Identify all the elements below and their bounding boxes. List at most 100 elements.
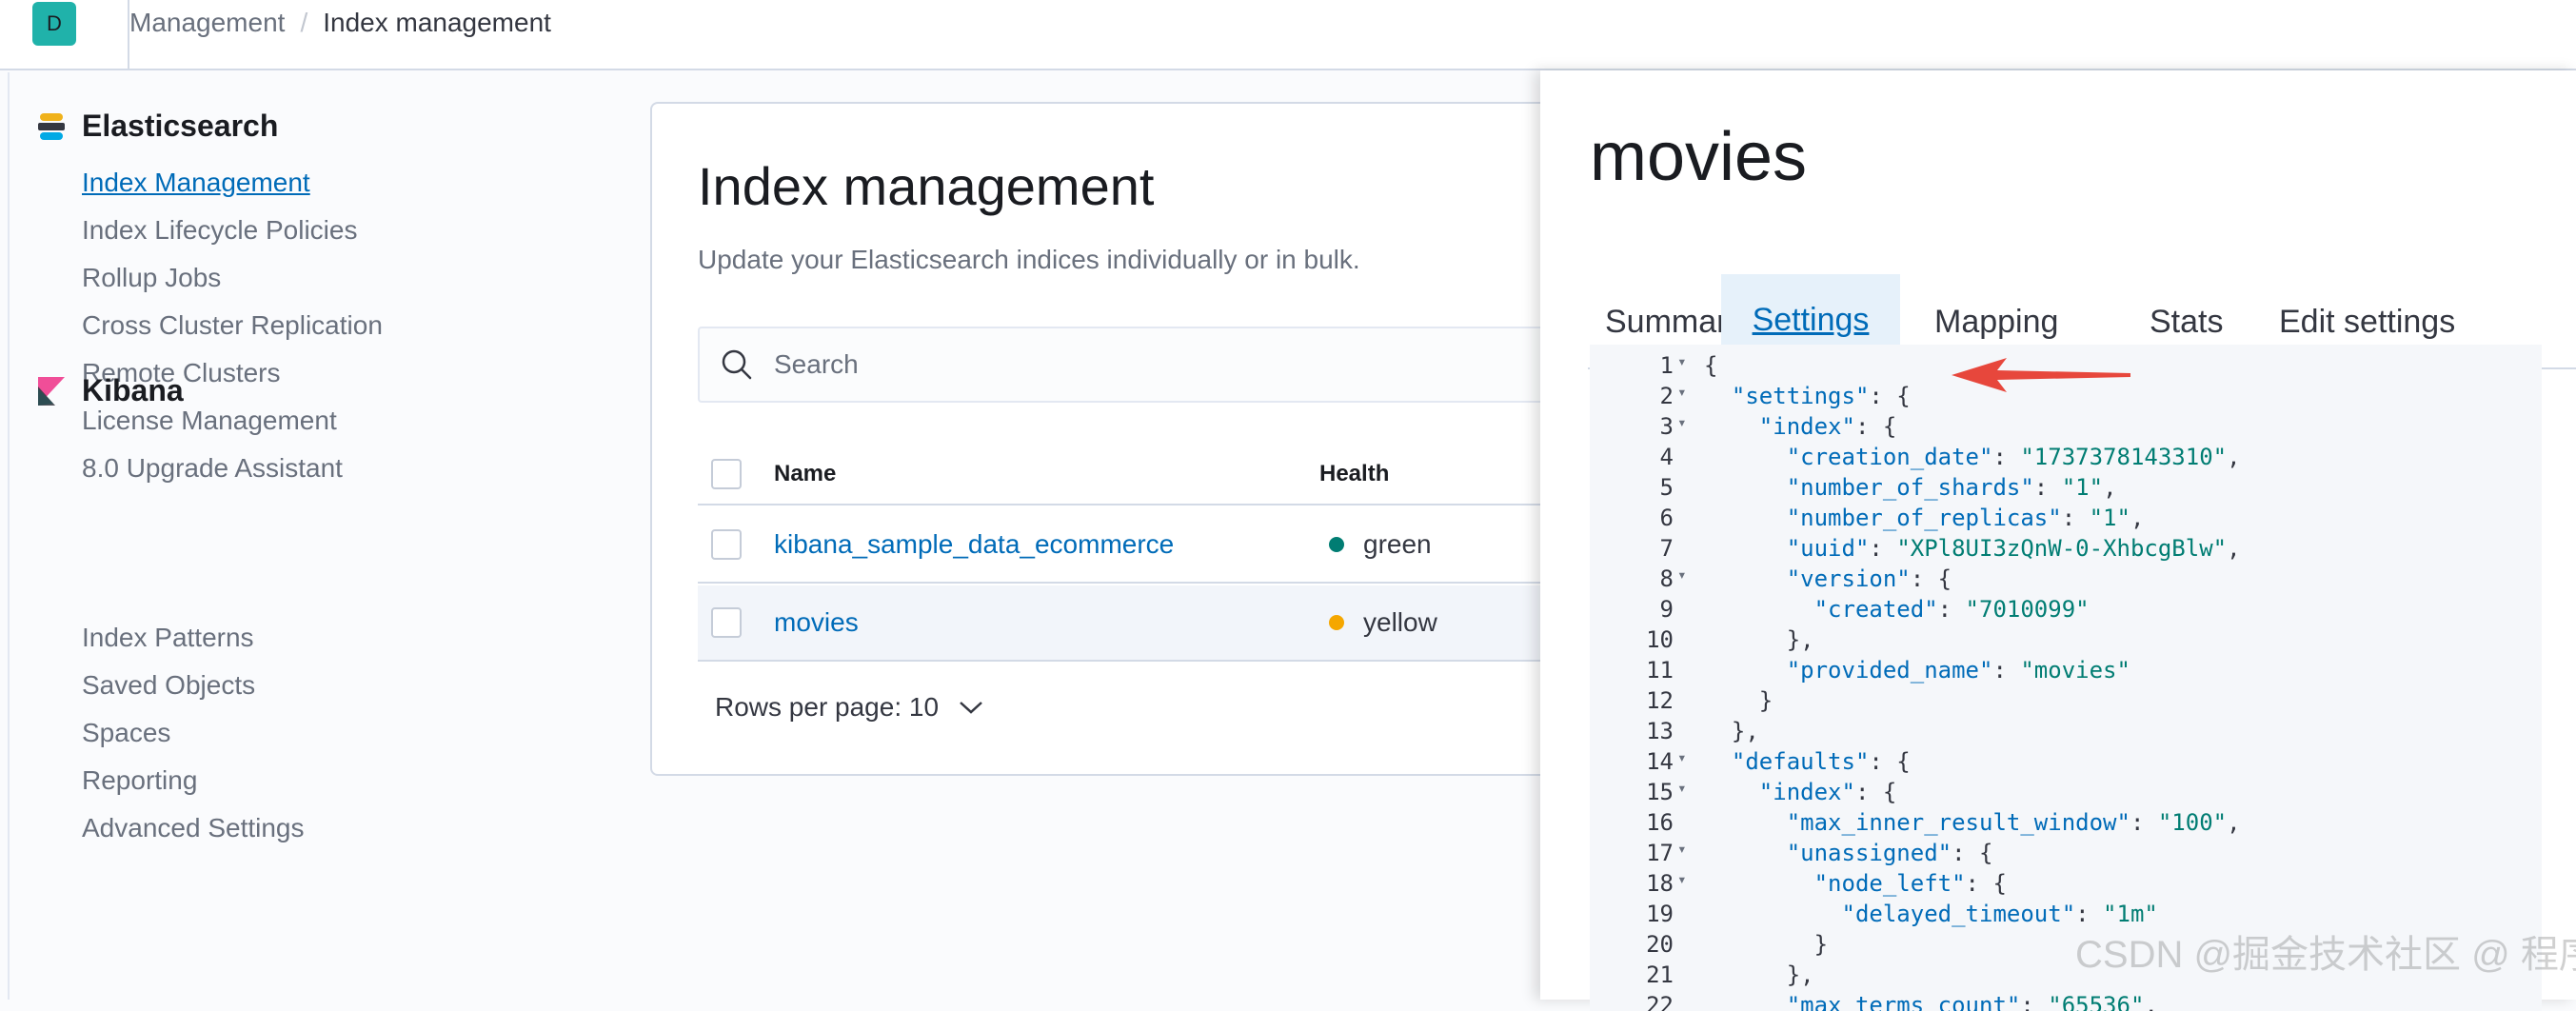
user-avatar[interactable]: D (32, 2, 76, 46)
table-header: Name Health (698, 445, 1600, 506)
fold-toggle-icon[interactable]: ▾ (1677, 383, 1687, 401)
breadcrumb: Management / Index management (129, 8, 551, 38)
table-row[interactable]: movies yellow (698, 585, 1600, 662)
select-all-checkbox[interactable] (711, 459, 742, 489)
code-line: 22 "max_terms_count": "65536", (1590, 992, 2542, 1011)
code-line: 14 ▾ "defaults": { (1590, 748, 2542, 779)
health-cell: green (1319, 529, 1432, 560)
health-cell: yellow (1319, 607, 1437, 638)
sidebar-item[interactable]: Reporting (82, 765, 197, 796)
code-text: "max_inner_result_window": "100", (1786, 809, 2241, 836)
code-text: "uuid": "XPl8UI3zQnW-0-XhbcgBlw", (1786, 535, 2241, 562)
fold-toggle-icon[interactable]: ▾ (1677, 565, 1687, 584)
line-number: 3 (1659, 413, 1674, 440)
code-text: "index": { (1758, 413, 1897, 440)
code-text: }, (1704, 961, 1814, 988)
sidebar-item[interactable]: Spaces (82, 718, 170, 748)
rows-per-page-button[interactable]: Rows per page: 10 (715, 692, 984, 723)
search-input[interactable] (774, 349, 1345, 380)
health-status-icon (1329, 615, 1344, 630)
code-text: } (1704, 687, 1773, 714)
line-number: 12 (1646, 687, 1674, 714)
code-text: "number_of_shards": "1", (1786, 474, 2117, 501)
line-number: 19 (1646, 901, 1674, 927)
line-number: 22 (1646, 992, 1674, 1011)
row-checkbox[interactable] (711, 607, 742, 638)
sidebar-item[interactable]: License Management (82, 406, 337, 436)
line-number: 14 (1646, 748, 1674, 775)
table-row[interactable]: kibana_sample_data_ecommerce green (698, 507, 1600, 584)
line-number: 11 (1646, 657, 1674, 684)
line-number: 13 (1646, 718, 1674, 744)
code-text: "provided_name": "movies" (1786, 657, 2130, 684)
fold-toggle-icon[interactable]: ▾ (1677, 870, 1687, 888)
search-icon (722, 349, 752, 380)
code-line: 17 ▾ "unassigned": { (1590, 840, 2542, 870)
flyout-title: movies (1590, 119, 1808, 195)
line-number: 17 (1646, 840, 1674, 866)
elasticsearch-logo-icon (38, 112, 65, 140)
health-label: yellow (1363, 607, 1437, 637)
column-header-health[interactable]: Health (1319, 461, 1389, 487)
index-management-panel: Index management Update your Elasticsear… (650, 102, 1602, 776)
code-line: 5 "number_of_shards": "1", (1590, 474, 2542, 505)
code-text: "max_terms_count": "65536", (1786, 992, 2158, 1011)
code-text: { (1704, 352, 1718, 379)
code-line: 18 ▾ "node_left": { (1590, 870, 2542, 901)
code-text: }, (1704, 626, 1814, 653)
line-number: 7 (1659, 535, 1674, 562)
sidebar-item[interactable]: 8.0 Upgrade Assistant (82, 453, 343, 484)
sidebar-item[interactable]: Index Lifecycle Policies (82, 215, 357, 246)
row-checkbox[interactable] (711, 529, 742, 560)
code-text: "number_of_replicas": "1", (1786, 505, 2145, 531)
code-text: } (1704, 931, 1829, 958)
side-nav: Elasticsearch Index Management Index Life… (0, 72, 619, 1000)
column-header-name[interactable]: Name (774, 461, 1319, 487)
avatar-initial: D (47, 11, 62, 35)
code-text: "node_left": { (1813, 870, 2007, 897)
sidebar-item[interactable]: Cross Cluster Replication (82, 310, 383, 341)
code-text: "settings": { (1731, 383, 1911, 409)
sidebar-item[interactable]: Saved Objects (82, 670, 255, 701)
fold-toggle-icon[interactable]: ▾ (1677, 413, 1687, 431)
fold-toggle-icon[interactable]: ▾ (1677, 779, 1687, 797)
health-label: green (1363, 529, 1432, 559)
settings-json-viewer[interactable]: 1 ▾{2 ▾ "settings": {3 ▾ "index": {4 "creat… (1590, 345, 2542, 1011)
code-line: 3 ▾ "index": { (1590, 413, 2542, 444)
code-line: 10 }, (1590, 626, 2542, 657)
line-number: 5 (1659, 474, 1674, 501)
code-text: "created": "7010099" (1813, 596, 2090, 623)
sidebar-item[interactable]: Index Patterns (82, 623, 254, 653)
line-number: 16 (1646, 809, 1674, 836)
breadcrumb-management[interactable]: Management (129, 8, 285, 38)
index-name-link[interactable]: movies (774, 607, 1319, 638)
code-text: "creation_date": "1737378143310", (1786, 444, 2241, 470)
fold-toggle-icon[interactable]: ▾ (1677, 840, 1687, 858)
annotation-arrow-icon (1952, 358, 2130, 392)
sidebar-item[interactable]: Advanced Settings (82, 813, 305, 843)
code-text: "version": { (1786, 565, 1952, 592)
nav-section-elasticsearch: Elasticsearch (38, 109, 278, 144)
sidebar-item[interactable]: Index Management (82, 168, 310, 198)
search-box[interactable] (698, 327, 1600, 403)
kibana-logo-icon (38, 376, 65, 406)
nav-section-title: Kibana (82, 373, 184, 407)
line-number: 18 (1646, 870, 1674, 897)
line-number: 10 (1646, 626, 1674, 653)
code-text: "index": { (1758, 779, 1897, 805)
code-line: 9 "created": "7010099" (1590, 596, 2542, 626)
watermark: CSDN @掘金技术社区 @ 程序员麻辣烫 (2075, 934, 2576, 976)
code-line: 15 ▾ "index": { (1590, 779, 2542, 809)
code-line: 13 }, (1590, 718, 2542, 748)
index-detail-flyout: movies Summary Settings Mapping Stats Edit s… (1540, 70, 2576, 1011)
code-line: 6 "number_of_replicas": "1", (1590, 505, 2542, 535)
code-text: }, (1704, 718, 1759, 744)
index-name-link[interactable]: kibana_sample_data_ecommerce (774, 529, 1319, 560)
line-number: 20 (1646, 931, 1674, 958)
rows-per-page-label: Rows per page: 10 (715, 692, 940, 722)
fold-toggle-icon[interactable]: ▾ (1677, 748, 1687, 766)
fold-toggle-icon[interactable]: ▾ (1677, 352, 1687, 370)
line-number: 15 (1646, 779, 1674, 805)
sidebar-item[interactable]: Rollup Jobs (82, 263, 221, 293)
code-line: 16 "max_inner_result_window": "100", (1590, 809, 2542, 840)
